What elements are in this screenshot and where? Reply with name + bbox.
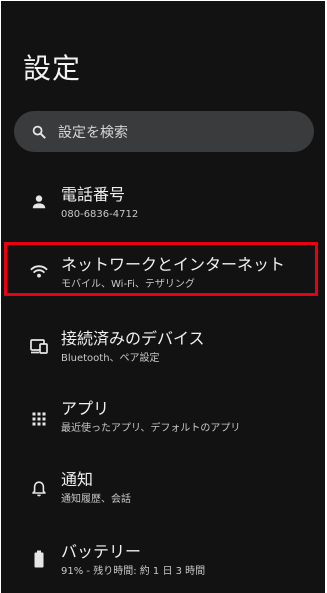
- bell-icon: [29, 479, 49, 499]
- settings-item-title: バッテリー: [61, 542, 142, 561]
- settings-item-title: 通知: [61, 470, 94, 489]
- search-placeholder: 設定を検索: [58, 124, 128, 141]
- settings-item-subtitle: Bluetooth、ペア設定: [61, 353, 160, 364]
- wifi-icon: [29, 261, 49, 281]
- settings-item-subtitle: 91% - 残り時間: 約 1 日 3 時間: [61, 566, 206, 577]
- settings-item-title: アプリ: [61, 399, 110, 418]
- settings-item-network[interactable]: ネットワークとインターネット モバイル、Wi-Fi、テザリング: [1, 249, 325, 309]
- person-icon: [29, 192, 49, 212]
- page-title: 設定: [23, 52, 82, 85]
- settings-item-phone[interactable]: 電話番号 080-6836-4712: [1, 179, 325, 239]
- settings-item-notifications[interactable]: 通知 通知履歴、会話: [1, 467, 325, 527]
- settings-screen: 設定 設定を検索 電話番号 080-6836-4712 ネットワークとインターネ…: [1, 1, 325, 593]
- settings-item-subtitle: 080-6836-4712: [61, 209, 139, 220]
- settings-item-devices[interactable]: 接続済みのデバイス Bluetooth、ペア設定: [1, 323, 325, 383]
- settings-item-subtitle: 通知履歴、会話: [61, 494, 131, 505]
- settings-item-subtitle: モバイル、Wi-Fi、テザリング: [61, 279, 195, 290]
- settings-item-apps[interactable]: アプリ 最近使ったアプリ、デフォルトのアプリ: [1, 397, 325, 457]
- settings-item-subtitle: 最近使ったアプリ、デフォルトのアプリ: [61, 423, 241, 434]
- settings-item-title: 接続済みのデバイス: [61, 329, 205, 348]
- connected-devices-icon: [29, 336, 49, 356]
- settings-item-title: 電話番号: [61, 185, 126, 204]
- apps-grid-icon: [29, 409, 49, 429]
- settings-item-title: ネットワークとインターネット: [61, 255, 286, 274]
- search-bar[interactable]: 設定を検索: [14, 111, 314, 152]
- screenshot-frame: 設定 設定を検索 電話番号 080-6836-4712 ネットワークとインターネ…: [0, 0, 327, 593]
- battery-icon: [29, 549, 49, 569]
- settings-item-battery[interactable]: バッテリー 91% - 残り時間: 約 1 日 3 時間: [1, 541, 325, 593]
- search-icon: [32, 125, 46, 139]
